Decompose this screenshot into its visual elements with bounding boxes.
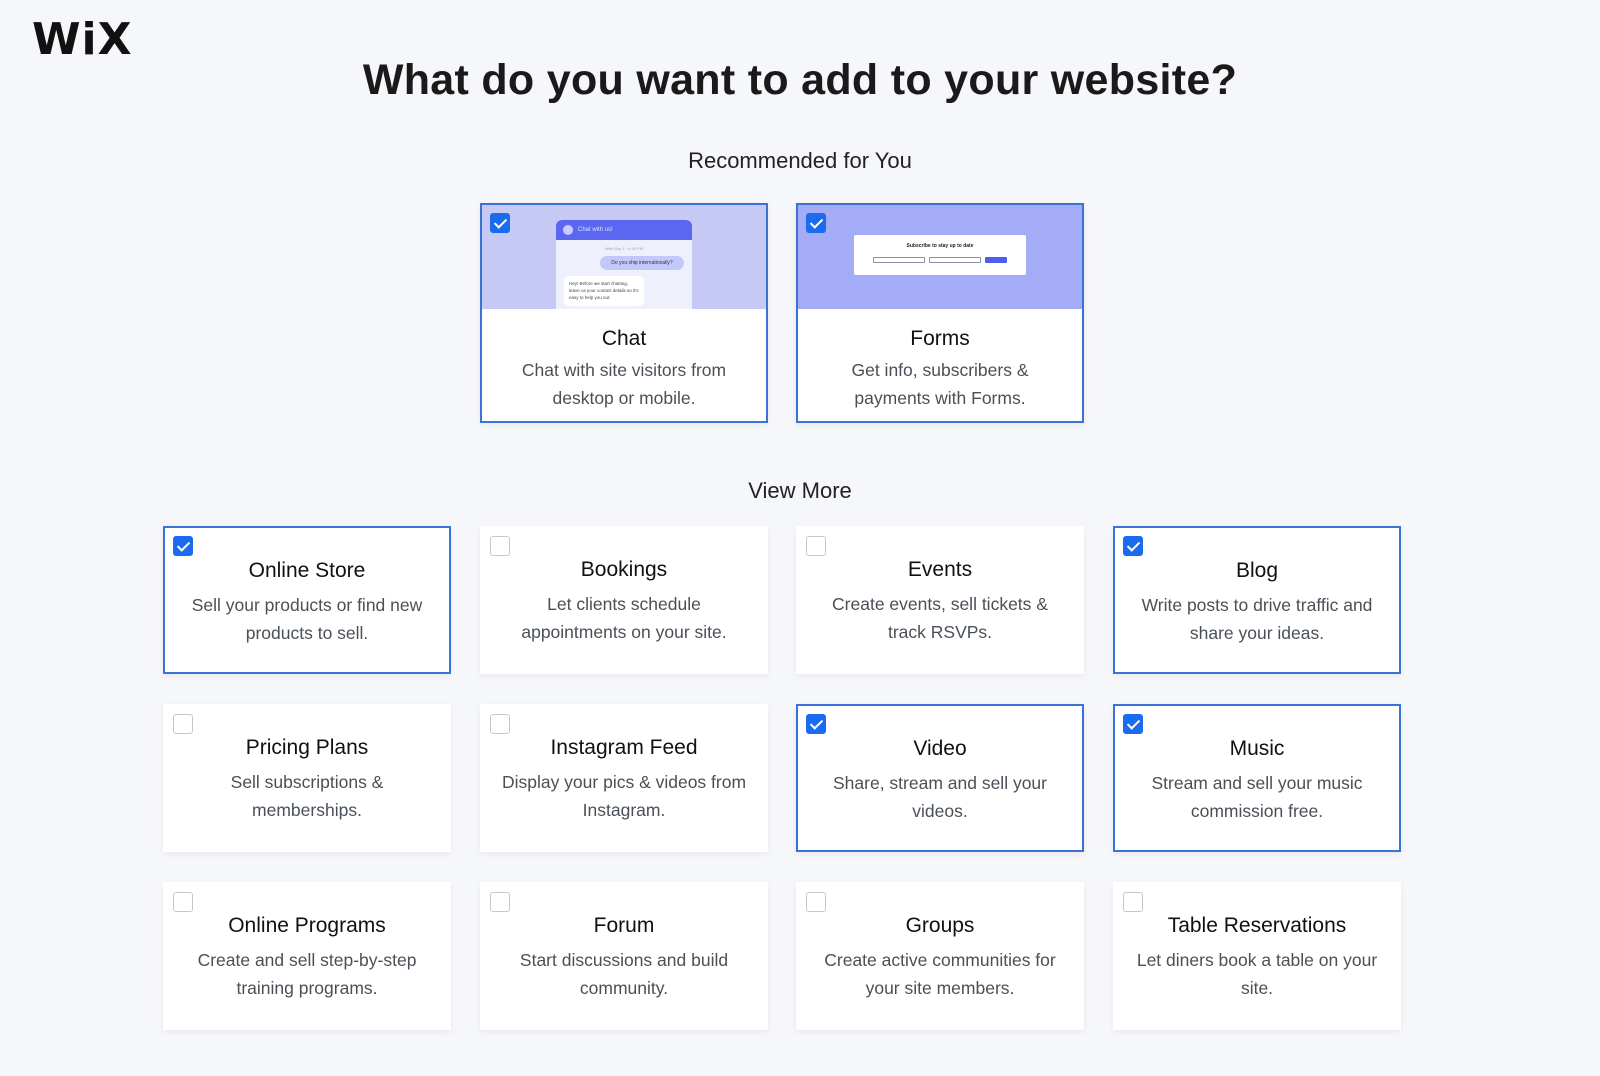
app-card-online-store[interactable]: Online Store Sell your products or find … xyxy=(163,526,451,674)
instagram-feed-checkbox[interactable] xyxy=(490,714,510,734)
card-description: Sell your products or find new products … xyxy=(191,595,423,643)
card-description: Let clients schedule appointments on you… xyxy=(521,594,727,642)
card-description: Create and sell step-by-step training pr… xyxy=(197,950,417,998)
app-card-online-programs[interactable]: Online Programs Create and sell step-by-… xyxy=(163,882,451,1030)
chat-widget-header: Chat with us! xyxy=(556,220,692,240)
card-title: Blog xyxy=(1235,559,1279,582)
blog-checkbox[interactable] xyxy=(1123,536,1143,556)
video-checkbox[interactable] xyxy=(806,714,826,734)
card-description: Get info, subscribers & payments with Fo… xyxy=(851,360,1029,408)
chat-widget-timestamp: Wed Sep 1 · 4:36 PM xyxy=(604,246,644,251)
recommended-heading: Recommended for You xyxy=(688,148,912,173)
card-title: Online Programs xyxy=(228,914,386,937)
app-card-forum[interactable]: Forum Start discussions and build commun… xyxy=(480,882,768,1030)
form-mockup-input xyxy=(873,257,925,263)
app-card-video[interactable]: Video Share, stream and sell your videos… xyxy=(796,704,1084,852)
card-title: Pricing Plans xyxy=(245,736,369,759)
form-mockup: Subscribe to stay up to date xyxy=(854,235,1026,275)
card-title: Chat xyxy=(601,327,647,350)
form-mockup-submit xyxy=(985,257,1007,263)
forms-checkbox[interactable] xyxy=(806,213,826,233)
chat-checkbox[interactable] xyxy=(490,213,510,233)
events-checkbox[interactable] xyxy=(806,536,826,556)
app-card-events[interactable]: Events Create events, sell tickets & tra… xyxy=(796,526,1084,674)
form-mockup-input xyxy=(929,257,981,263)
app-card-bookings[interactable]: Bookings Let clients schedule appointmen… xyxy=(480,526,768,674)
card-description: Let diners book a table on your site. xyxy=(1136,950,1378,998)
chat-widget-mockup: Chat with us! Wed Sep 1 · 4:36 PM Do you… xyxy=(556,220,692,309)
card-description: Sell subscriptions & memberships. xyxy=(230,772,384,820)
app-card-instagram-feed[interactable]: Instagram Feed Display your pics & video… xyxy=(480,704,768,852)
card-description: Display your pics & videos from Instagra… xyxy=(501,772,747,820)
online-store-checkbox[interactable] xyxy=(173,536,193,556)
pricing-plans-checkbox[interactable] xyxy=(173,714,193,734)
chat-user-message: Do you ship internationally? xyxy=(600,256,684,270)
app-card-forms[interactable]: Subscribe to stay up to date Forms Get i… xyxy=(796,203,1084,423)
groups-checkbox[interactable] xyxy=(806,892,826,912)
forms-preview-image: Subscribe to stay up to date xyxy=(798,205,1082,309)
page: WiX What do you want to add to your webs… xyxy=(0,0,1600,1076)
music-checkbox[interactable] xyxy=(1123,714,1143,734)
view-more-heading: View More xyxy=(748,478,852,503)
online-programs-checkbox[interactable] xyxy=(173,892,193,912)
card-title: Music xyxy=(1229,737,1285,760)
card-description: Stream and sell your music commission fr… xyxy=(1151,773,1363,821)
card-description: Create active communities for your site … xyxy=(824,950,1056,998)
card-description: Create events, sell tickets & track RSVP… xyxy=(832,594,1048,642)
card-title: Video xyxy=(913,737,967,760)
card-title: Instagram Feed xyxy=(550,736,698,759)
app-card-chat[interactable]: Chat with us! Wed Sep 1 · 4:36 PM Do you… xyxy=(480,203,768,423)
forum-checkbox[interactable] xyxy=(490,892,510,912)
page-title: What do you want to add to your website? xyxy=(362,56,1238,104)
card-description: Chat with site visitors from desktop or … xyxy=(521,360,727,408)
card-description: Share, stream and sell your videos. xyxy=(833,773,1047,821)
card-title: Forms xyxy=(910,327,970,350)
app-card-blog[interactable]: Blog Write posts to drive traffic and sh… xyxy=(1113,526,1401,674)
card-description: Start discussions and build community. xyxy=(519,950,729,998)
form-mockup-fields xyxy=(854,257,1026,263)
table-reservations-checkbox[interactable] xyxy=(1123,892,1143,912)
app-card-groups[interactable]: Groups Create active communities for you… xyxy=(796,882,1084,1030)
app-card-music[interactable]: Music Stream and sell your music commiss… xyxy=(1113,704,1401,852)
bookings-checkbox[interactable] xyxy=(490,536,510,556)
card-title: Forum xyxy=(593,914,655,937)
form-mockup-title: Subscribe to stay up to date xyxy=(906,243,974,249)
card-title: Online Store xyxy=(248,559,366,582)
chat-reply-message: Hey! Before we start chatting, leave us … xyxy=(564,276,644,306)
card-title: Table Reservations xyxy=(1167,914,1347,937)
card-description: Write posts to drive traffic and share y… xyxy=(1141,595,1373,643)
chat-preview-image: Chat with us! Wed Sep 1 · 4:36 PM Do you… xyxy=(482,205,766,309)
app-card-table-reservations[interactable]: Table Reservations Let diners book a tab… xyxy=(1113,882,1401,1030)
app-card-pricing-plans[interactable]: Pricing Plans Sell subscriptions & membe… xyxy=(163,704,451,852)
card-title: Groups xyxy=(905,914,975,937)
card-title: Bookings xyxy=(580,558,668,581)
card-title: Events xyxy=(907,558,973,581)
